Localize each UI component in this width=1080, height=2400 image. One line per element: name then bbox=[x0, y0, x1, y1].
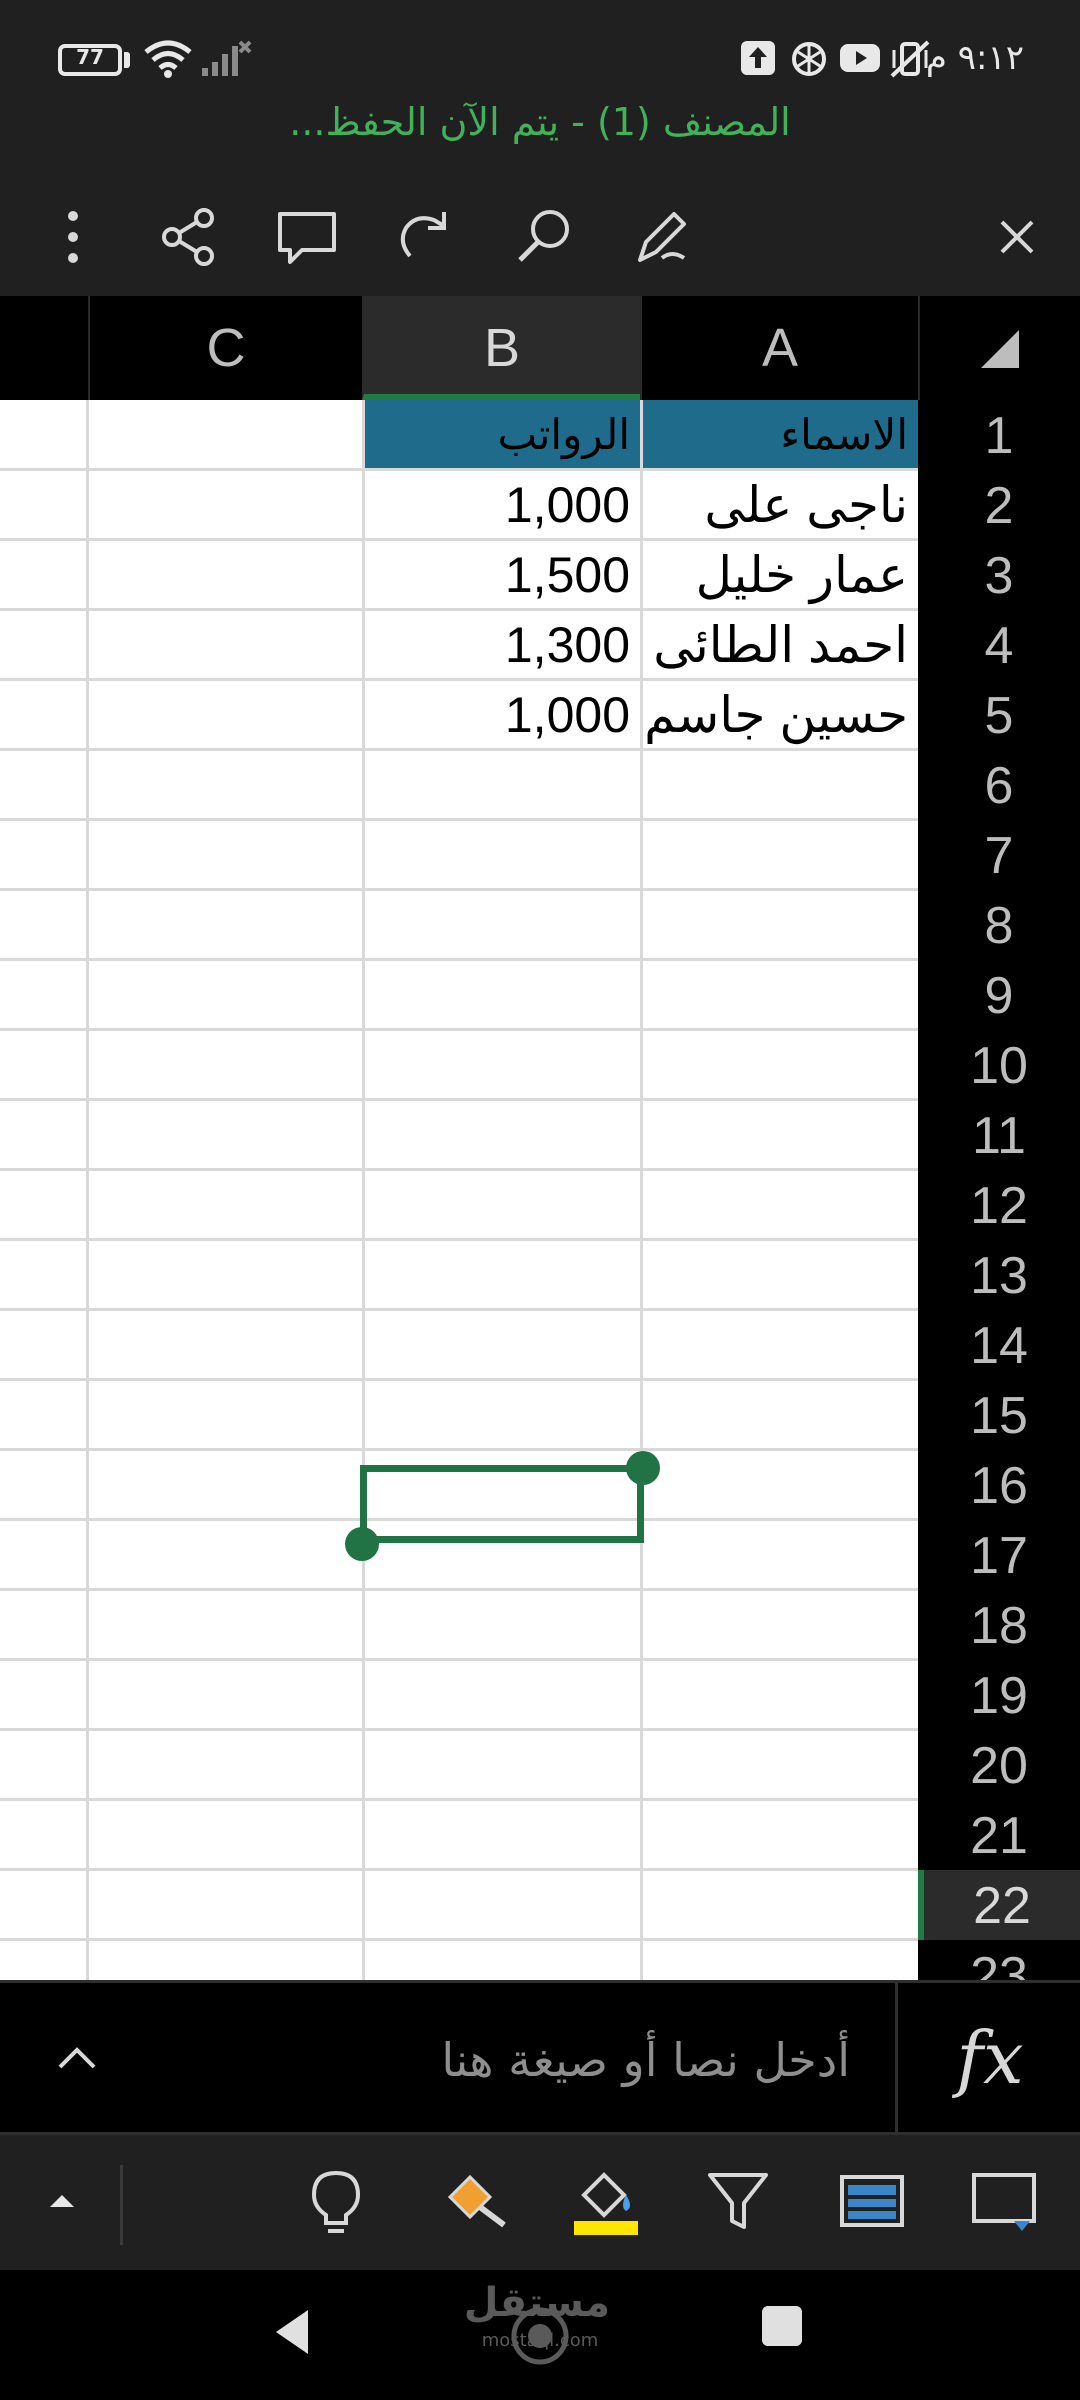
table-format-icon[interactable] bbox=[836, 2165, 908, 2237]
more-options-icon[interactable] bbox=[38, 202, 108, 272]
cell-a1-header[interactable]: الاسماء bbox=[640, 400, 918, 470]
row-header[interactable]: 16 bbox=[918, 1450, 1080, 1520]
cell-a3[interactable]: عمار خليل bbox=[640, 540, 918, 610]
row-header[interactable]: 2 bbox=[918, 470, 1080, 540]
row-header[interactable]: 19 bbox=[918, 1660, 1080, 1730]
search-icon[interactable] bbox=[508, 202, 578, 272]
select-all-icon bbox=[981, 330, 1019, 368]
select-all-corner[interactable] bbox=[918, 296, 1080, 400]
cell-a4[interactable]: احمد الطائى bbox=[640, 610, 918, 680]
draw-pen-icon[interactable] bbox=[626, 202, 696, 272]
selection-handle-top-right[interactable] bbox=[626, 1451, 660, 1485]
toolbar-divider bbox=[120, 2165, 123, 2245]
row-header[interactable]: 6 bbox=[918, 750, 1080, 820]
row-header[interactable]: 8 bbox=[918, 890, 1080, 960]
row-header[interactable]: 21 bbox=[918, 1800, 1080, 1870]
share-icon[interactable] bbox=[154, 202, 224, 272]
cell-b4[interactable]: 1,300 bbox=[362, 610, 640, 680]
row-header[interactable]: 15 bbox=[918, 1380, 1080, 1450]
row-header[interactable]: 10 bbox=[918, 1030, 1080, 1100]
format-painter-icon[interactable] bbox=[440, 2165, 512, 2237]
formula-divider bbox=[895, 1983, 898, 2138]
cell-b5[interactable]: 1,000 bbox=[362, 680, 640, 750]
row-header[interactable]: 4 bbox=[918, 610, 1080, 680]
close-icon[interactable] bbox=[982, 202, 1052, 272]
watermark-logo: مستقل bbox=[463, 2280, 610, 2326]
row-header[interactable]: 23 bbox=[918, 1940, 1080, 1980]
document-title[interactable]: المصنف (1) - يتم الآن الحفظ... bbox=[0, 100, 1080, 160]
row-header[interactable]: 12 bbox=[918, 1170, 1080, 1240]
youtube-icon bbox=[840, 44, 880, 72]
column-header-overflow[interactable] bbox=[0, 296, 88, 400]
column-header-b[interactable]: B bbox=[362, 296, 640, 400]
cell-b2[interactable]: 1,000 bbox=[362, 470, 640, 540]
selection-handle-bottom-left[interactable] bbox=[345, 1527, 379, 1561]
row-header[interactable]: 17 bbox=[918, 1520, 1080, 1590]
column-header-a[interactable]: A bbox=[640, 296, 918, 400]
bottom-toolbar bbox=[0, 2135, 1080, 2270]
lightbulb-icon[interactable] bbox=[300, 2165, 372, 2237]
fx-button[interactable]: fx bbox=[925, 2003, 1055, 2113]
row-header[interactable]: 11 bbox=[918, 1100, 1080, 1170]
cell-a2[interactable]: ناجى على bbox=[640, 470, 918, 540]
recents-icon[interactable] bbox=[758, 2302, 806, 2350]
watermark-url: mostaql.com bbox=[481, 2330, 599, 2351]
row-header[interactable]: 9 bbox=[918, 960, 1080, 1030]
column-header-c[interactable]: C bbox=[88, 296, 362, 400]
cell-a5[interactable]: حسين جاسم bbox=[640, 680, 918, 750]
cell-b3[interactable]: 1,500 bbox=[362, 540, 640, 610]
row-header[interactable]: 1 bbox=[918, 400, 1080, 470]
status-time: ٩:١٢ م bbox=[925, 38, 1024, 78]
row-header[interactable]: 20 bbox=[918, 1730, 1080, 1800]
battery-level: 77 bbox=[76, 45, 104, 69]
formula-bar: أدخل نصا أو صيغة هنا fx bbox=[0, 1980, 1080, 2138]
row-header[interactable]: 3 bbox=[918, 540, 1080, 610]
back-icon[interactable] bbox=[262, 2302, 322, 2362]
insert-shape-icon[interactable] bbox=[968, 2165, 1040, 2237]
row-header-selected[interactable]: 22 bbox=[918, 1870, 1080, 1940]
row-header-bar: 1 2 3 4 5 6 7 8 9 10 11 12 13 14 15 16 1… bbox=[918, 400, 1080, 1980]
battery-tip bbox=[124, 52, 130, 68]
row-header[interactable]: 13 bbox=[918, 1240, 1080, 1310]
chatgpt-icon bbox=[792, 42, 826, 76]
cell-b1-header[interactable]: الرواتب bbox=[362, 400, 640, 470]
comment-icon[interactable] bbox=[272, 202, 342, 272]
formula-input[interactable]: أدخل نصا أو صيغة هنا bbox=[130, 1983, 890, 2138]
signal-icon bbox=[202, 40, 252, 76]
row-header[interactable]: 14 bbox=[918, 1310, 1080, 1380]
redo-icon[interactable] bbox=[390, 202, 460, 272]
filter-icon[interactable] bbox=[702, 2165, 774, 2237]
upload-icon bbox=[741, 41, 775, 75]
caret-up-icon[interactable] bbox=[26, 2165, 98, 2237]
system-nav-bar: مستقل mostaql.com bbox=[0, 2270, 1080, 2400]
row-header[interactable]: 7 bbox=[918, 820, 1080, 890]
wifi-icon bbox=[144, 40, 192, 78]
row-header[interactable]: 5 bbox=[918, 680, 1080, 750]
spreadsheet-grid[interactable]: الاسماء الرواتب ناجى على 1,000 عمار خليل… bbox=[0, 400, 918, 1980]
chevron-up-icon[interactable] bbox=[42, 2023, 112, 2093]
cell-selection-b22[interactable] bbox=[360, 1465, 644, 1543]
column-header-bar: C B A bbox=[0, 296, 1080, 400]
fill-color-icon[interactable] bbox=[570, 2165, 642, 2237]
status-bar: 77 ٩:١٢ م bbox=[0, 0, 1080, 110]
top-toolbar bbox=[0, 180, 1080, 295]
row-header[interactable]: 18 bbox=[918, 1590, 1080, 1660]
